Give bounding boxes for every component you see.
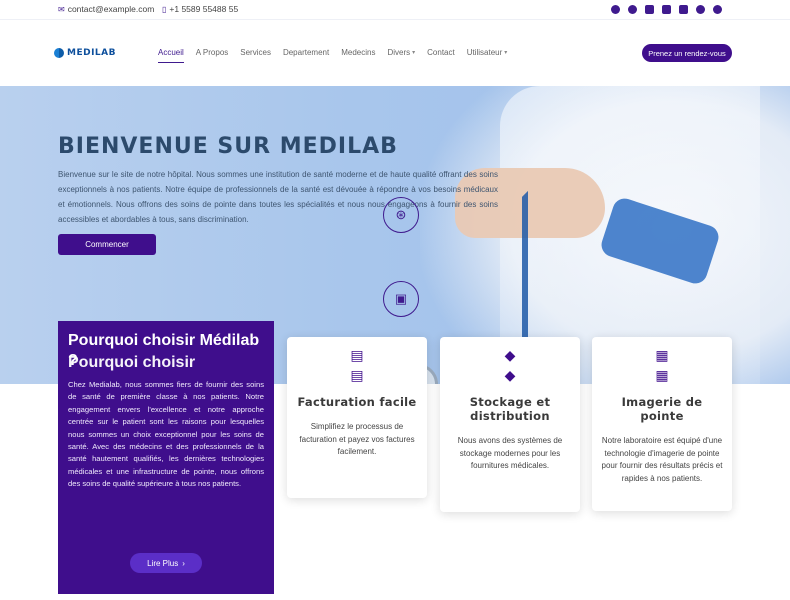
- topbar-email[interactable]: ✉ contact@example.com: [58, 4, 154, 14]
- why-text: Chez Medialab, nous sommes fiers de four…: [68, 380, 264, 489]
- nav-label: Utilisateur: [466, 48, 503, 57]
- box-icon: ◆: [504, 367, 516, 383]
- fingerprint-icon: ⊛: [383, 197, 419, 233]
- card-title: Imagerie de pointe: [621, 395, 703, 423]
- topbar: ✉ contact@example.com ▯ +1 5589 55488 55: [0, 0, 790, 20]
- nav-label: Medecins: [341, 48, 376, 57]
- site-header: MEDILAB Accueil A Propos Services Depart…: [0, 20, 790, 86]
- nav-item-utilisateur[interactable]: Utilisateur ▾: [467, 48, 508, 57]
- chevron-right-icon: ›: [182, 558, 185, 568]
- start-button[interactable]: Commencer: [58, 234, 156, 255]
- nav-label: Services: [240, 48, 271, 57]
- main-nav: Accueil A Propos Services Departement Me…: [158, 48, 519, 63]
- images-icon: ▦: [655, 367, 669, 383]
- telegram-icon[interactable]: [713, 5, 722, 14]
- card-text: Simplifiez le processus de facturation e…: [299, 422, 415, 456]
- email-text[interactable]: contact@example.com: [68, 4, 155, 14]
- topbar-phone[interactable]: ▯ +1 5589 55488 55: [162, 4, 238, 14]
- images-icon: ▦: [655, 347, 669, 363]
- phone-icon: ▯: [162, 4, 167, 14]
- twitter-icon[interactable]: [628, 5, 637, 14]
- nav-label: Divers: [387, 48, 411, 57]
- read-more-label: Lire Plus: [147, 558, 179, 568]
- feature-card-billing: ▤ ▤ Facturation facile Simplifiez le pro…: [287, 337, 427, 498]
- youtube-icon[interactable]: [679, 5, 688, 14]
- hero-title: BIENVENUE SUR MEDILAB: [58, 134, 398, 159]
- nav-item-services[interactable]: Services: [240, 48, 271, 57]
- feature-card-imaging: ▦ ▦ Imagerie de pointe Notre laboratoire…: [592, 337, 732, 511]
- card-text: Nous avons des systèmes de stockage mode…: [457, 436, 563, 470]
- linkedin-icon[interactable]: [645, 5, 654, 14]
- nav-item-departement[interactable]: Departement: [283, 48, 329, 57]
- nav-item-divers[interactable]: Divers ▾: [387, 48, 415, 57]
- box-icon: ◆: [504, 347, 516, 363]
- receipt-icon: ▤: [350, 347, 364, 363]
- card-text: Notre laboratoire est équipé d'une techn…: [601, 436, 723, 483]
- nav-item-a-propos[interactable]: A Propos: [196, 48, 228, 57]
- read-more-button[interactable]: Lire Plus ›: [130, 553, 202, 573]
- nav-label: A Propos: [195, 48, 229, 57]
- nav-item-accueil[interactable]: Accueil: [158, 48, 184, 63]
- logo[interactable]: MEDILAB: [54, 48, 116, 58]
- nav-label: Departement: [282, 48, 330, 57]
- why-title-duplicate: Pourquoi choisir: [68, 354, 196, 371]
- hero-lead: Bienvenue sur le site de notre hôpital. …: [58, 170, 498, 224]
- logo-mark-icon: [54, 48, 64, 58]
- whatsapp-icon[interactable]: [696, 5, 705, 14]
- logo-text: MEDILAB: [67, 48, 116, 58]
- social-links: [611, 5, 722, 14]
- instagram-icon[interactable]: [662, 5, 671, 14]
- card-title: Stockage et distribution: [469, 395, 551, 423]
- nav-label: Accueil: [158, 48, 184, 57]
- receipt-icon: ▤: [350, 367, 364, 383]
- nav-item-medecins[interactable]: Medecins: [341, 48, 375, 57]
- appointment-button[interactable]: Prenez un rendez-vous: [642, 44, 732, 62]
- chevron-down-icon: ▾: [412, 50, 416, 56]
- feature-card-storage: ◆ ◆ Stockage et distribution Nous avons …: [440, 337, 580, 512]
- gift-icon: ▣: [383, 281, 419, 317]
- chevron-down-icon: ▾: [504, 50, 508, 56]
- nav-label: Contact: [427, 48, 455, 57]
- facebook-icon[interactable]: [611, 5, 620, 14]
- envelope-icon: ✉: [58, 4, 65, 14]
- card-title: Facturation facile: [297, 395, 417, 409]
- nav-item-contact[interactable]: Contact: [427, 48, 455, 57]
- phone-text[interactable]: +1 5589 55488 55: [169, 4, 238, 14]
